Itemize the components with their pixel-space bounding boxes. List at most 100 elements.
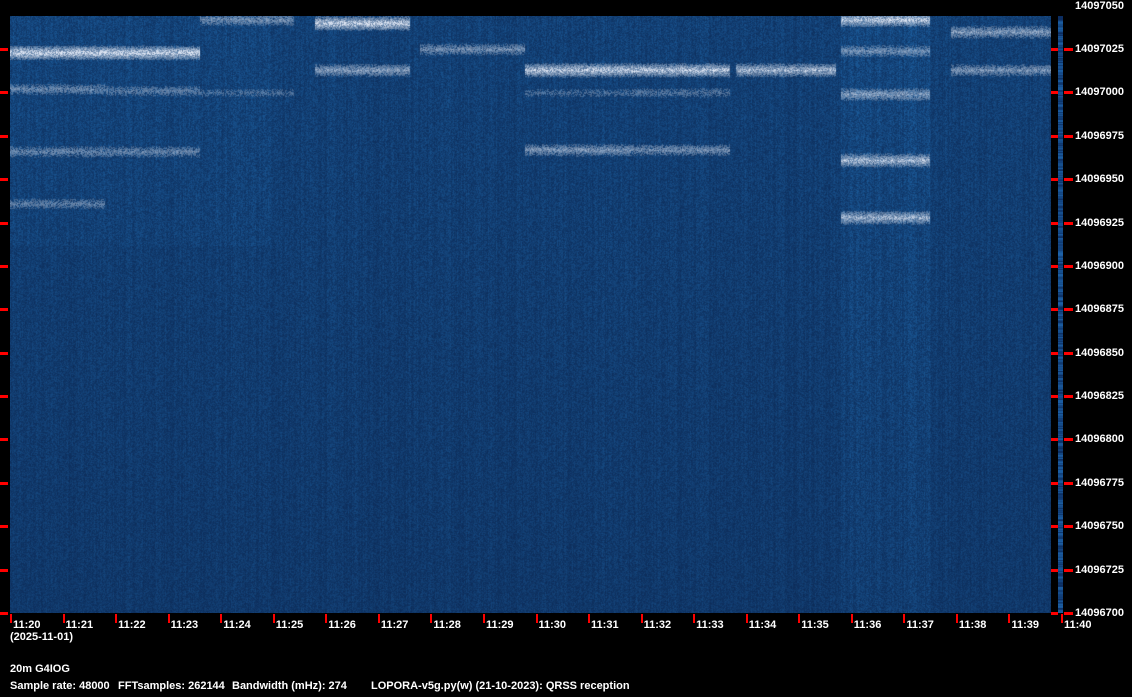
y-tick-mark xyxy=(0,134,8,138)
x-tick-mark xyxy=(10,614,12,623)
y-tick-mark xyxy=(1051,134,1058,138)
y-tick-mark xyxy=(1051,264,1058,268)
x-tick-mark xyxy=(693,614,696,623)
y-tick-mark xyxy=(0,178,8,182)
x-tick-label: 11:22 xyxy=(118,619,146,631)
x-tick-label: 11:39 xyxy=(1011,619,1039,631)
x-tick-mark xyxy=(955,614,958,623)
x-tick-label: 11:24 xyxy=(223,619,251,631)
y-tick-mark xyxy=(1051,351,1058,355)
x-tick-label: 11:21 xyxy=(65,619,94,631)
y-tick-mark xyxy=(0,438,8,442)
y-tick-mark xyxy=(0,264,8,268)
y-tick-mark xyxy=(1051,612,1058,615)
y-tick-mark xyxy=(1051,221,1058,225)
y-tick-mark xyxy=(1064,264,1073,268)
y-tick-mark xyxy=(1064,438,1073,442)
x-tick-label: 11:30 xyxy=(538,619,567,631)
y-tick-mark xyxy=(0,525,8,529)
y-tick-mark xyxy=(0,308,8,312)
x-tick-mark xyxy=(377,614,380,623)
y-tick-label: 14096775 xyxy=(1075,476,1124,489)
x-tick-mark xyxy=(745,614,748,623)
x-tick-label: 11:26 xyxy=(328,619,356,631)
x-tick-label: 11:29 xyxy=(485,619,514,631)
y-tick-mark xyxy=(1051,525,1058,529)
y-tick-mark xyxy=(0,91,8,95)
y-tick-label: 14096950 xyxy=(1075,173,1124,186)
x-tick-mark xyxy=(903,614,906,623)
x-tick-mark xyxy=(272,614,275,623)
x-tick-label: 11:23 xyxy=(170,619,199,631)
x-tick-mark xyxy=(1008,614,1011,623)
y-tick-mark xyxy=(1051,308,1058,312)
y-tick-mark xyxy=(1064,178,1073,182)
y-tick-label: 14096825 xyxy=(1075,390,1124,403)
y-tick-label: 14096925 xyxy=(1075,216,1124,229)
x-tick-mark xyxy=(482,614,485,623)
y-tick-label: 14096900 xyxy=(1075,259,1124,272)
y-tick-mark xyxy=(0,612,8,615)
y-tick-mark xyxy=(1064,395,1073,399)
y-tick-mark xyxy=(0,351,8,355)
y-tick-label: 14097025 xyxy=(1075,42,1124,55)
y-tick-mark xyxy=(1064,525,1073,529)
x-tick-label: 11:36 xyxy=(853,619,882,631)
x-tick-label: 11:34 xyxy=(748,619,777,631)
y-tick-label: 14096700 xyxy=(1075,607,1124,619)
x-tick-label: 11:25 xyxy=(275,619,304,631)
y-tick-label: 14096850 xyxy=(1075,346,1124,359)
y-tick-mark xyxy=(1064,47,1073,51)
x-tick-mark xyxy=(62,614,65,623)
y-tick-mark xyxy=(1051,47,1058,51)
y-tick-mark xyxy=(0,481,8,485)
y-tick-mark xyxy=(1064,134,1073,138)
y-tick-label: 14097000 xyxy=(1075,86,1124,99)
y-tick-label: 14096875 xyxy=(1075,303,1124,316)
x-tick-label: 11:28 xyxy=(433,619,461,631)
x-tick-label: 11:20 xyxy=(13,619,41,631)
y-tick-mark xyxy=(1051,438,1058,442)
y-tick-mark xyxy=(1051,481,1058,485)
x-tick-mark xyxy=(535,614,538,623)
y-tick-label: 14097050 xyxy=(1075,0,1124,12)
x-tick-label: 11:40 xyxy=(1064,619,1092,631)
y-tick-mark xyxy=(1051,395,1058,399)
y-tick-mark xyxy=(1064,351,1073,355)
x-tick-mark xyxy=(325,614,328,623)
y-tick-label: 14096800 xyxy=(1075,433,1124,446)
x-tick-label: 11:35 xyxy=(801,619,829,631)
x-tick-label: 11:33 xyxy=(696,619,724,631)
y-tick-mark xyxy=(1051,568,1058,572)
x-tick-mark xyxy=(640,614,643,623)
y-tick-mark xyxy=(1064,308,1073,312)
y-tick-mark xyxy=(0,395,8,399)
x-tick-mark xyxy=(798,614,801,623)
x-tick-label: 11:32 xyxy=(643,619,672,631)
bandwidth: Bandwidth (mHz): 274 xyxy=(232,680,347,692)
x-tick-mark xyxy=(220,614,223,623)
x-tick-label: 11:27 xyxy=(380,619,409,631)
fft-samples: FFTsamples: 262144 xyxy=(118,680,225,692)
x-tick-label: 11:37 xyxy=(906,619,934,631)
x-tick-mark xyxy=(167,614,170,623)
software-info: LOPORA-v5g.py(w) (21-10-2023): QRSS rece… xyxy=(371,680,630,692)
y-tick-mark xyxy=(1051,178,1058,182)
y-tick-mark xyxy=(1051,91,1058,95)
y-tick-mark xyxy=(0,47,8,51)
y-tick-label: 14096750 xyxy=(1075,520,1124,533)
y-tick-label: 14096975 xyxy=(1075,129,1124,142)
spectrum-strip xyxy=(1058,16,1063,613)
x-tick-mark xyxy=(850,614,853,623)
x-tick-mark xyxy=(588,614,591,623)
y-tick-label: 14096725 xyxy=(1075,563,1124,576)
y-tick-mark xyxy=(1064,568,1073,572)
x-tick-label: 11:31 xyxy=(591,619,619,631)
x-tick-mark xyxy=(1061,614,1063,623)
station-label: 20m G4IOG xyxy=(10,663,70,675)
y-tick-mark xyxy=(1064,221,1073,225)
y-tick-mark xyxy=(1064,612,1073,615)
sample-rate: Sample rate: 48000 xyxy=(10,680,110,692)
date-label: (2025-11-01) xyxy=(10,631,73,643)
y-tick-mark xyxy=(0,568,8,572)
